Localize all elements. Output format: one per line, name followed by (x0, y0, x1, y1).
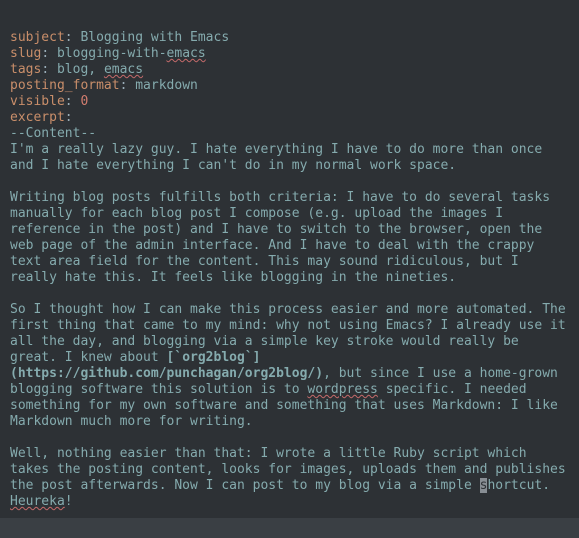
blank-line (10, 174, 18, 189)
fm-key-posting-format: posting_format (10, 78, 120, 93)
blank-line (10, 286, 18, 301)
spell-heureka: Heureka (10, 494, 65, 509)
body-paragraph-2: Writing blog posts fulfills both criteri… (10, 190, 558, 285)
colon: : (41, 46, 49, 61)
body-paragraph-3a: So I thought how I can make this process… (10, 302, 574, 365)
fm-val-posting-format: markdown (135, 78, 198, 93)
fm-key-subject: subject (10, 30, 65, 45)
spell-wordpress: wordpress (307, 382, 377, 397)
fm-key-tags: tags (10, 62, 41, 77)
blank-line (10, 430, 18, 445)
fm-val-tags-spell: emacs (104, 62, 143, 77)
body-paragraph-4b-a: hortcut. (487, 478, 557, 493)
org2blog-link-label[interactable]: [`org2blog`] (167, 350, 261, 365)
fm-val-slug-spell: emacs (167, 46, 206, 61)
space (49, 46, 57, 61)
fm-val-tags-pre: blog, (57, 62, 104, 77)
body-paragraph-1: I'm a really lazy guy. I hate everything… (10, 142, 550, 173)
colon: : (65, 30, 73, 45)
editor-buffer[interactable]: subject: Blogging with Emacs slug: blogg… (0, 0, 579, 520)
fm-key-slug: slug (10, 46, 41, 61)
fm-val-slug-pre: blogging-with- (57, 46, 167, 61)
space (49, 62, 57, 77)
fm-val-subject: Blogging with Emacs (80, 30, 229, 45)
org2blog-link-url[interactable]: (https://github.com/punchagan/org2blog/) (10, 366, 323, 381)
content-separator: --Content-- (10, 126, 96, 141)
colon: : (65, 110, 73, 125)
fm-key-excerpt: excerpt (10, 110, 65, 125)
fm-val-visible: 0 (80, 94, 88, 109)
colon: : (41, 62, 49, 77)
fm-key-visible: visible (10, 94, 65, 109)
mode-line (0, 518, 579, 538)
body-paragraph-4b-b: ! (65, 494, 73, 509)
colon: : (65, 94, 73, 109)
